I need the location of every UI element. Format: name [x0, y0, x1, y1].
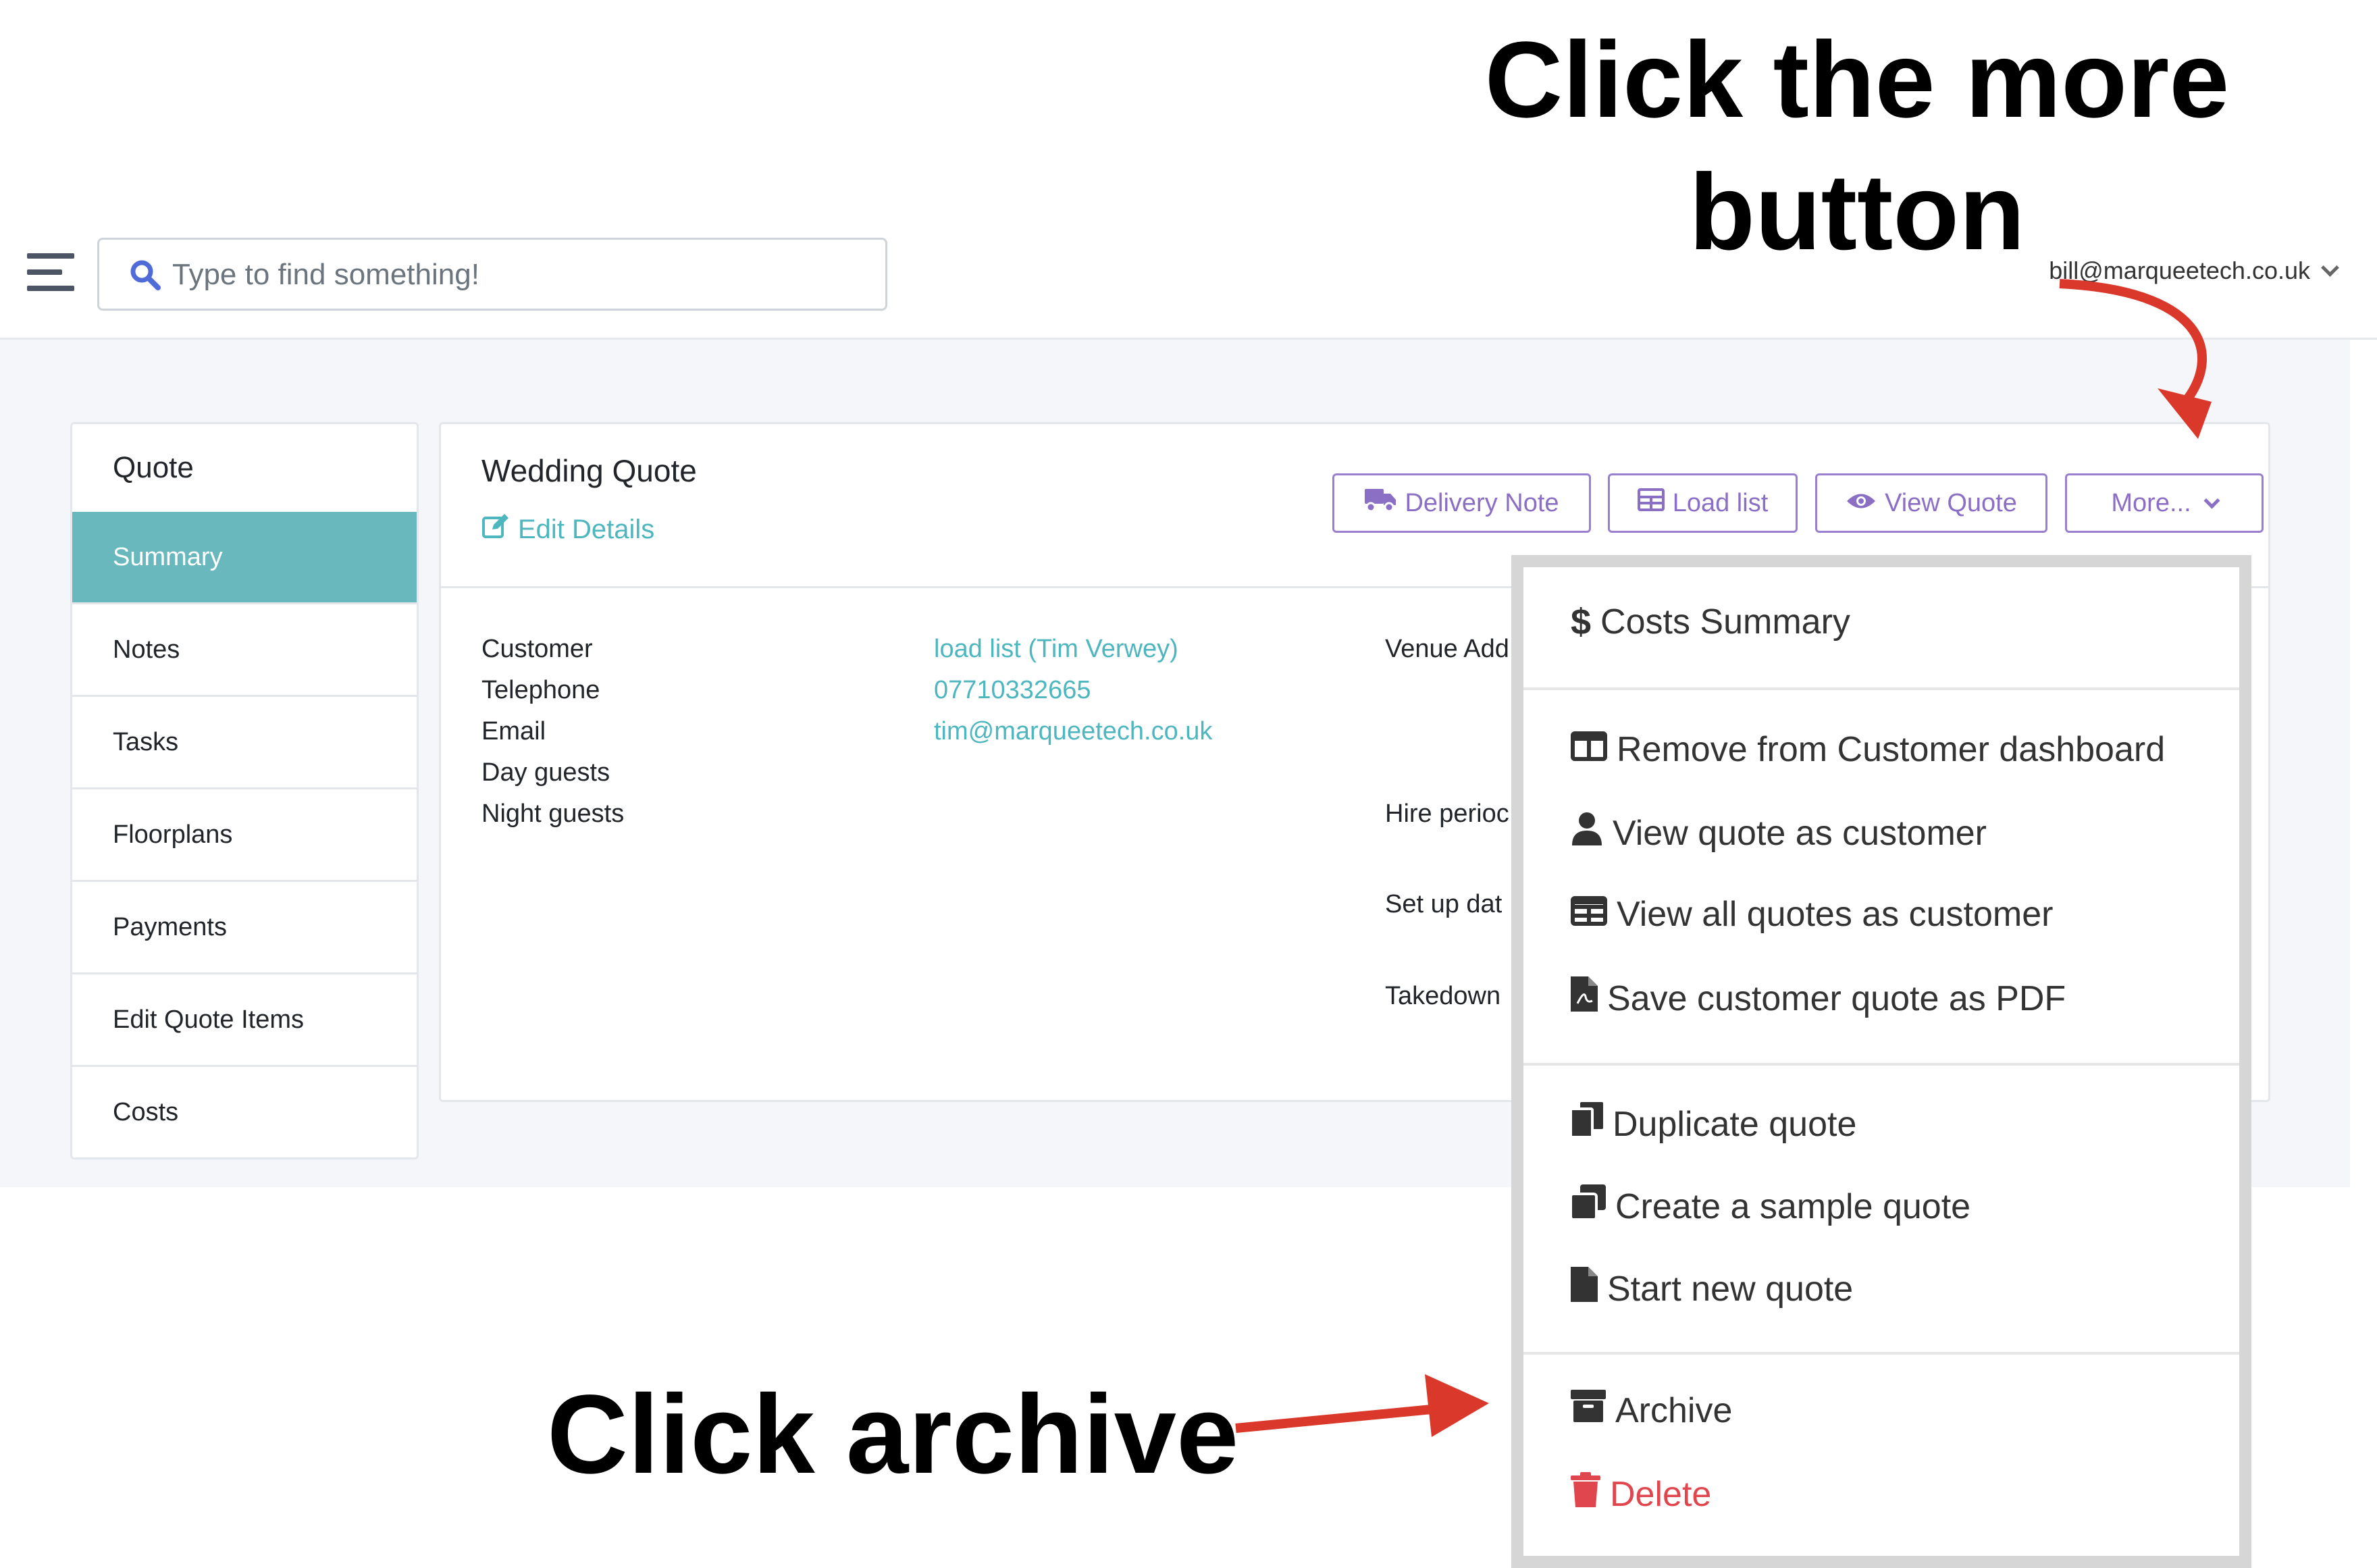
sidebar-item-costs[interactable]: Costs	[72, 1065, 417, 1157]
sidebar-item-tasks[interactable]: Tasks	[72, 695, 417, 787]
load-list-label: Load list	[1672, 488, 1769, 517]
delivery-note-button[interactable]: Delivery Note	[1332, 473, 1591, 533]
menu-item-label: Duplicate quote	[1613, 1104, 1857, 1144]
menu-item-remove-from-dashboard[interactable]: Remove from Customer dashboard	[1571, 729, 2165, 770]
table-icon	[1637, 488, 1665, 518]
menu-item-archive[interactable]: Archive	[1571, 1390, 1732, 1431]
chevron-down-icon	[2321, 258, 2339, 277]
user-icon	[1571, 812, 1603, 854]
columns-icon	[1571, 729, 1607, 770]
menu-item-start-new-quote[interactable]: Start new quote	[1571, 1267, 1853, 1311]
field-label-venue-address: Venue Add	[1385, 635, 1509, 663]
menu-item-costs-summary[interactable]: $ Costs Summary	[1571, 601, 1850, 643]
quote-title: Wedding Quote	[481, 453, 697, 488]
arrow-to-archive	[1235, 1405, 1432, 1433]
telephone-link[interactable]: 07710332665	[934, 676, 1091, 705]
dollar-icon: $	[1571, 602, 1592, 642]
menu-item-label: Costs Summary	[1600, 602, 1850, 642]
edit-details-link[interactable]: Edit Details	[481, 512, 654, 547]
view-quote-label: View Quote	[1885, 488, 2017, 517]
menu-divider	[1523, 1063, 2239, 1066]
email-link[interactable]: tim@marqueetech.co.uk	[934, 717, 1212, 746]
field-label-day-guests: Day guests	[481, 758, 610, 787]
menu-item-duplicate-quote[interactable]: Duplicate quote	[1569, 1102, 1857, 1146]
delivery-note-label: Delivery Note	[1405, 488, 1559, 517]
customer-link[interactable]: load list (Tim Verwey)	[934, 635, 1178, 664]
menu-toggle-icon[interactable]	[27, 253, 74, 294]
edit-icon	[481, 512, 510, 547]
quote-sidebar: Quote Summary Notes Tasks Floorplans Pay…	[70, 422, 419, 1159]
sidebar-item-edit-quote-items[interactable]: Edit Quote Items	[72, 972, 417, 1065]
menu-item-label: Delete	[1610, 1474, 1712, 1514]
field-label-email: Email	[481, 717, 546, 746]
menu-item-label: Create a sample quote	[1615, 1186, 1971, 1226]
pdf-file-icon	[1571, 976, 1598, 1020]
menu-item-label: Remove from Customer dashboard	[1617, 730, 2166, 769]
search-input[interactable]	[171, 252, 849, 298]
menu-item-view-all-quotes-as-customer[interactable]: View all quotes as customer	[1571, 894, 2053, 935]
sidebar-item-floorplans[interactable]: Floorplans	[72, 787, 417, 880]
more-button[interactable]: More...	[2065, 473, 2264, 533]
sidebar-item-payments[interactable]: Payments	[72, 880, 417, 972]
menu-item-label: Save customer quote as PDF	[1607, 978, 2066, 1018]
field-label-takedown: Takedown	[1385, 982, 1501, 1010]
sidebar-item-summary[interactable]: Summary	[72, 512, 417, 602]
truck-icon	[1364, 488, 1396, 519]
menu-item-label: View quote as customer	[1613, 813, 1987, 853]
menu-divider	[1523, 687, 2239, 690]
load-list-button[interactable]: Load list	[1608, 473, 1798, 533]
more-label: More...	[2111, 488, 2191, 517]
menu-item-save-pdf[interactable]: Save customer quote as PDF	[1571, 976, 2066, 1020]
file-icon	[1571, 1267, 1598, 1311]
chevron-down-icon	[2203, 492, 2220, 509]
field-label-hire-period: Hire perioc	[1385, 800, 1509, 828]
clone-icon	[1569, 1184, 1606, 1228]
sidebar-title: Quote	[113, 451, 194, 484]
menu-item-label: Start new quote	[1607, 1269, 1854, 1309]
field-label-telephone: Telephone	[481, 676, 600, 704]
menu-item-delete[interactable]: Delete	[1571, 1472, 1711, 1516]
menu-item-create-sample-quote[interactable]: Create a sample quote	[1569, 1184, 1971, 1228]
menu-item-label: View all quotes as customer	[1617, 895, 2054, 934]
annotation-click-more: Click the more button	[1484, 19, 2230, 272]
menu-item-view-quote-as-customer[interactable]: View quote as customer	[1571, 812, 1987, 854]
edit-details-label: Edit Details	[518, 514, 655, 544]
field-label-night-guests: Night guests	[481, 800, 625, 828]
annotation-click-archive: Click archive	[547, 1372, 1239, 1497]
field-label-set-up-date: Set up dat	[1385, 890, 1503, 918]
field-label-customer: Customer	[481, 635, 593, 663]
search-icon	[129, 259, 161, 294]
menu-divider	[1523, 1352, 2239, 1355]
trash-icon	[1571, 1472, 1600, 1516]
archive-icon	[1571, 1390, 1606, 1431]
table-icon	[1571, 894, 1607, 935]
more-dropdown-menu: $ Costs Summary Remove from Customer das…	[1511, 555, 2251, 1568]
view-quote-button[interactable]: View Quote	[1815, 473, 2047, 533]
eye-icon	[1846, 489, 1877, 518]
arrowhead-archive	[1425, 1374, 1489, 1437]
search-box[interactable]	[97, 238, 887, 311]
copy-icon	[1569, 1102, 1603, 1146]
sidebar-item-notes[interactable]: Notes	[72, 602, 417, 695]
menu-item-label: Archive	[1615, 1390, 1733, 1430]
